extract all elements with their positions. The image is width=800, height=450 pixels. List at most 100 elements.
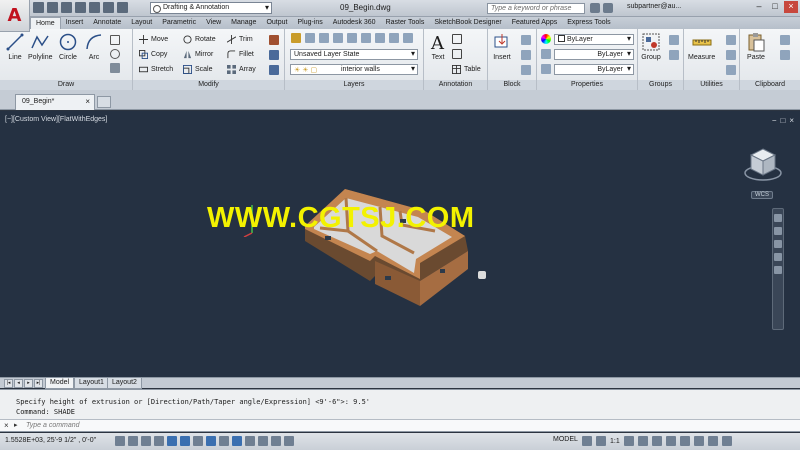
maximize-icon[interactable]: □ <box>768 1 782 13</box>
tab-manage[interactable]: Manage <box>226 17 261 29</box>
last-layout-icon[interactable]: ▸| <box>34 379 43 388</box>
object-snap-icon[interactable] <box>180 436 190 446</box>
edit-block-icon[interactable] <box>521 50 531 60</box>
layer-properties-icon[interactable] <box>291 33 301 43</box>
polar-tracking-icon[interactable] <box>167 436 177 446</box>
circle-button[interactable]: Circle <box>58 32 78 61</box>
steeringwheel-icon[interactable] <box>774 214 782 222</box>
first-layout-icon[interactable]: |◂ <box>4 379 13 388</box>
tab-autodesk-360[interactable]: Autodesk 360 <box>328 17 381 29</box>
explode-icon[interactable] <box>269 50 279 60</box>
ungroup-icon[interactable] <box>669 35 679 45</box>
viewcube-icon[interactable] <box>741 143 785 187</box>
utilities-panel-title[interactable]: Utilities <box>684 80 739 90</box>
tab-home[interactable]: Home <box>30 17 61 29</box>
groups-panel-title[interactable]: Groups <box>638 80 683 90</box>
application-menu-button[interactable]: A <box>0 0 30 32</box>
paste-button[interactable]: Paste <box>746 32 766 61</box>
array-button[interactable]: Array <box>227 65 256 74</box>
tab-plugins[interactable]: Plug-ins <box>292 17 327 29</box>
document-tab[interactable]: 09_Begin* <box>15 94 95 110</box>
minimize-icon[interactable]: – <box>752 1 766 13</box>
tab-express-tools[interactable]: Express Tools <box>562 17 615 29</box>
rotate-button[interactable]: Rotate <box>183 35 216 44</box>
copy-button[interactable]: Copy <box>139 50 167 59</box>
draw-panel-title[interactable]: Draw <box>0 80 132 90</box>
layers-panel-title[interactable]: Layers <box>285 80 423 90</box>
move-button[interactable]: Move <box>139 35 168 44</box>
3d-object-snap-icon[interactable] <box>193 436 203 446</box>
previous-layout-icon[interactable]: ◂ <box>14 379 23 388</box>
properties-panel-title[interactable]: Properties <box>537 80 637 90</box>
tab-output[interactable]: Output <box>261 17 292 29</box>
stretch-button[interactable]: Stretch <box>139 65 173 74</box>
next-layout-icon[interactable]: ▸ <box>24 379 33 388</box>
search-input[interactable]: Type a keyword or phrase <box>487 3 585 14</box>
ellipse-icon[interactable] <box>110 49 120 59</box>
user-icon[interactable] <box>603 3 613 13</box>
clean-screen-icon[interactable] <box>721 436 732 446</box>
layer-freeze-icon[interactable] <box>347 33 357 43</box>
insert-button[interactable]: Insert <box>492 32 512 61</box>
tab-raster-tools[interactable]: Raster Tools <box>381 17 430 29</box>
dynamic-ucs-icon[interactable] <box>219 436 229 446</box>
workspace-dropdown[interactable]: Drafting & Annotation <box>150 2 272 14</box>
viewport-controls-label[interactable]: [−][Custom View][FlatWithEdges] <box>5 116 107 123</box>
print-icon[interactable] <box>89 2 100 13</box>
erase-icon[interactable] <box>269 35 279 45</box>
undo-icon[interactable] <box>103 2 114 13</box>
copy-clip-icon[interactable] <box>780 50 790 60</box>
line-button[interactable]: Line <box>5 32 25 61</box>
zoom-icon[interactable] <box>774 240 782 248</box>
infer-constraints-icon[interactable] <box>115 436 125 446</box>
close-icon[interactable]: × <box>784 1 798 13</box>
save-as-icon[interactable] <box>75 2 86 13</box>
layer-state-dropdown[interactable]: Unsaved Layer State <box>290 49 418 60</box>
linetype-icon[interactable] <box>541 49 551 59</box>
polyline-button[interactable]: Polyline <box>28 32 53 61</box>
auto-scale-icon[interactable] <box>637 436 648 446</box>
color-dropdown[interactable]: ByLayer <box>554 34 634 45</box>
cut-icon[interactable] <box>780 35 790 45</box>
grid-display-icon[interactable] <box>141 436 151 446</box>
tab-sketchbook-designer[interactable]: SketchBook Designer <box>429 17 506 29</box>
create-block-icon[interactable] <box>521 35 531 45</box>
tab-layout[interactable]: Layout <box>126 17 157 29</box>
measure-button[interactable]: Measure <box>688 32 715 61</box>
layer-dropdown[interactable]: ☀ ☀ ▢ interior walls <box>290 64 418 75</box>
orbit-icon[interactable] <box>774 253 782 261</box>
transparency-icon[interactable] <box>258 436 268 446</box>
lock-ui-icon[interactable] <box>665 436 676 446</box>
select-all-icon[interactable] <box>726 50 736 60</box>
tab-view[interactable]: View <box>201 17 226 29</box>
command-input[interactable]: Type a command <box>26 422 80 429</box>
lineweight-icon[interactable] <box>541 64 551 74</box>
block-panel-title[interactable]: Block <box>488 80 536 90</box>
color-wheel-icon[interactable] <box>541 34 551 44</box>
ortho-mode-icon[interactable] <box>154 436 164 446</box>
lineweight-dropdown[interactable]: ByLayer <box>554 64 634 75</box>
dynamic-input-icon[interactable] <box>232 436 242 446</box>
user-account[interactable]: subpartner@au... <box>627 3 681 10</box>
leader-icon[interactable] <box>452 49 462 59</box>
text-button[interactable]: A Text <box>428 32 448 61</box>
block-attributes-icon[interactable] <box>521 65 531 75</box>
modify-panel-title[interactable]: Modify <box>133 80 284 90</box>
open-icon[interactable] <box>47 2 58 13</box>
annotation-panel-title[interactable]: Annotation <box>424 80 487 90</box>
quick-properties-icon[interactable] <box>271 436 281 446</box>
table-button[interactable]: Table <box>452 65 481 74</box>
quick-view-drawings-icon[interactable] <box>596 436 606 446</box>
group-button[interactable]: Group <box>641 32 661 61</box>
layer-previous-icon[interactable] <box>403 33 413 43</box>
layer-state-icon[interactable] <box>305 33 315 43</box>
snap-mode-icon[interactable] <box>128 436 138 446</box>
group-edit-icon[interactable] <box>669 50 679 60</box>
object-snap-tracking-icon[interactable] <box>206 436 216 446</box>
selection-cycling-icon[interactable] <box>284 436 294 446</box>
hatch-icon[interactable] <box>110 63 120 73</box>
dimension-icon[interactable] <box>452 34 462 44</box>
layer-unisolate-icon[interactable] <box>333 33 343 43</box>
isolate-objects-icon[interactable] <box>693 436 704 446</box>
scale-button[interactable]: Scale <box>183 65 213 74</box>
